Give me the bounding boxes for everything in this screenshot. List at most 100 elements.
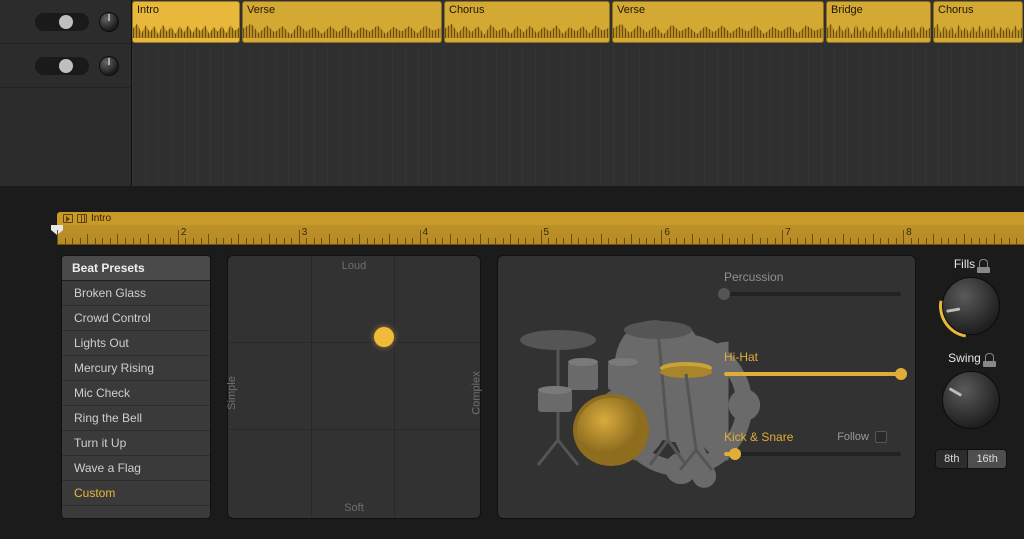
tracks-area: IntroVerseChorusVerseBridgeChorus [0,0,1024,186]
preset-item[interactable]: Broken Glass [62,281,210,306]
region-grid-icon[interactable] [77,214,87,223]
pan-knob[interactable] [99,12,119,32]
ruler-tick [480,234,481,244]
kicksnare-control: Kick & Snare Follow [724,430,901,456]
ruler-tick [805,238,806,244]
region-intro[interactable]: Intro [132,1,240,43]
preset-item[interactable]: Turn it Up [62,431,210,456]
xy-puck[interactable] [374,327,394,347]
percussion-slider[interactable] [724,292,901,296]
ruler-tick [284,238,285,244]
ruler-tick [140,238,141,244]
ruler-tick [1016,238,1017,244]
region-verse[interactable]: Verse [242,1,442,43]
ruler-tick [495,238,496,244]
ruler-tick [964,234,965,244]
follow-toggle[interactable]: Follow [837,431,887,443]
ruler-tick [556,238,557,244]
preset-item[interactable]: Mercury Rising [62,356,210,381]
ruler-tick [185,238,186,244]
volume-slider[interactable] [35,57,89,75]
volume-slider[interactable] [35,13,89,31]
preset-item[interactable]: Mic Check [62,381,210,406]
percussion-label: Percussion [724,270,901,284]
ruler-tick [933,234,934,244]
hihat-slider[interactable] [724,372,901,376]
ruler-tick [994,234,995,244]
ruler-tick [737,238,738,244]
ruler-tick [329,234,330,244]
ruler-tick [170,238,171,244]
arrangement-timeline[interactable]: IntroVerseChorusVerseBridgeChorus [132,0,1024,186]
preset-item[interactable]: Wave a Flag [62,456,210,481]
ruler-tick [669,238,670,244]
ruler-tick [548,238,549,244]
ruler-tick [835,238,836,244]
preset-item[interactable]: Crowd Control [62,306,210,331]
preset-item[interactable]: Custom [62,481,210,506]
ruler-tick [374,238,375,244]
ruler-tick [699,238,700,244]
ruler-tick [541,230,542,244]
editor-ruler[interactable]: 23456789 [57,225,1024,245]
pan-knob[interactable] [99,56,119,76]
ruler-tick [367,238,368,244]
region-bridge[interactable]: Bridge [826,1,931,43]
ruler-tick [624,238,625,244]
ruler-tick [782,230,783,244]
ruler-tick [291,238,292,244]
region-chorus[interactable]: Chorus [444,1,610,43]
track-header-column [0,0,132,186]
ruler-tick [193,238,194,244]
lock-icon[interactable] [979,259,988,269]
drum-kit-illustration[interactable] [508,290,718,480]
ruler-tick [518,238,519,244]
note-value-button[interactable]: 16th [967,450,1005,468]
region-verse[interactable]: Verse [612,1,824,43]
ruler-tick [72,238,73,244]
ruler-tick [359,234,360,244]
ruler-tick [858,238,859,244]
note-value-segmented[interactable]: 8th16th [935,449,1007,469]
ruler-tick [382,238,383,244]
editor-titlebar: Intro [57,212,1024,225]
ruler-tick [775,238,776,244]
ruler-tick [601,234,602,244]
ruler-tick [692,234,693,244]
preset-item[interactable]: Ring the Bell [62,406,210,431]
region-label: Chorus [938,4,973,16]
track-header-2[interactable] [0,44,131,88]
ruler-tick [87,234,88,244]
drum-kit-panel: Percussion Hi-Hat Kick & Snare [497,255,916,519]
ruler-tick [465,238,466,244]
ruler-tick [865,238,866,244]
region-chorus[interactable]: Chorus [933,1,1023,43]
ruler-tick [102,238,103,244]
ruler-tick [321,238,322,244]
ruler-tick [707,238,708,244]
kicksnare-slider[interactable] [724,452,901,456]
ruler-tick [1009,238,1010,244]
preset-item[interactable]: Lights Out [62,331,210,356]
ruler-tick [201,238,202,244]
fills-knob[interactable] [942,277,1000,335]
ruler-tick [435,238,436,244]
ruler-tick [873,234,874,244]
ruler-tick [95,238,96,244]
play-region-icon[interactable] [63,214,73,223]
ruler-tick [911,238,912,244]
ruler-tick [148,234,149,244]
xy-label-complex: Complex [470,371,482,414]
ruler-tick [133,238,134,244]
track-header-1[interactable] [0,0,131,44]
swing-knob[interactable] [942,371,1000,429]
follow-checkbox[interactable] [875,431,887,443]
xy-performance-pad[interactable]: Loud Soft Simple Complex [227,255,481,519]
ruler-tick [941,238,942,244]
knob-column: Fills Swing 8th16th [932,255,1010,519]
ruler-number: 4 [423,227,429,238]
note-value-button[interactable]: 8th [936,450,967,468]
ruler-tick [578,238,579,244]
ruler-tick [918,238,919,244]
lock-icon[interactable] [985,353,994,363]
